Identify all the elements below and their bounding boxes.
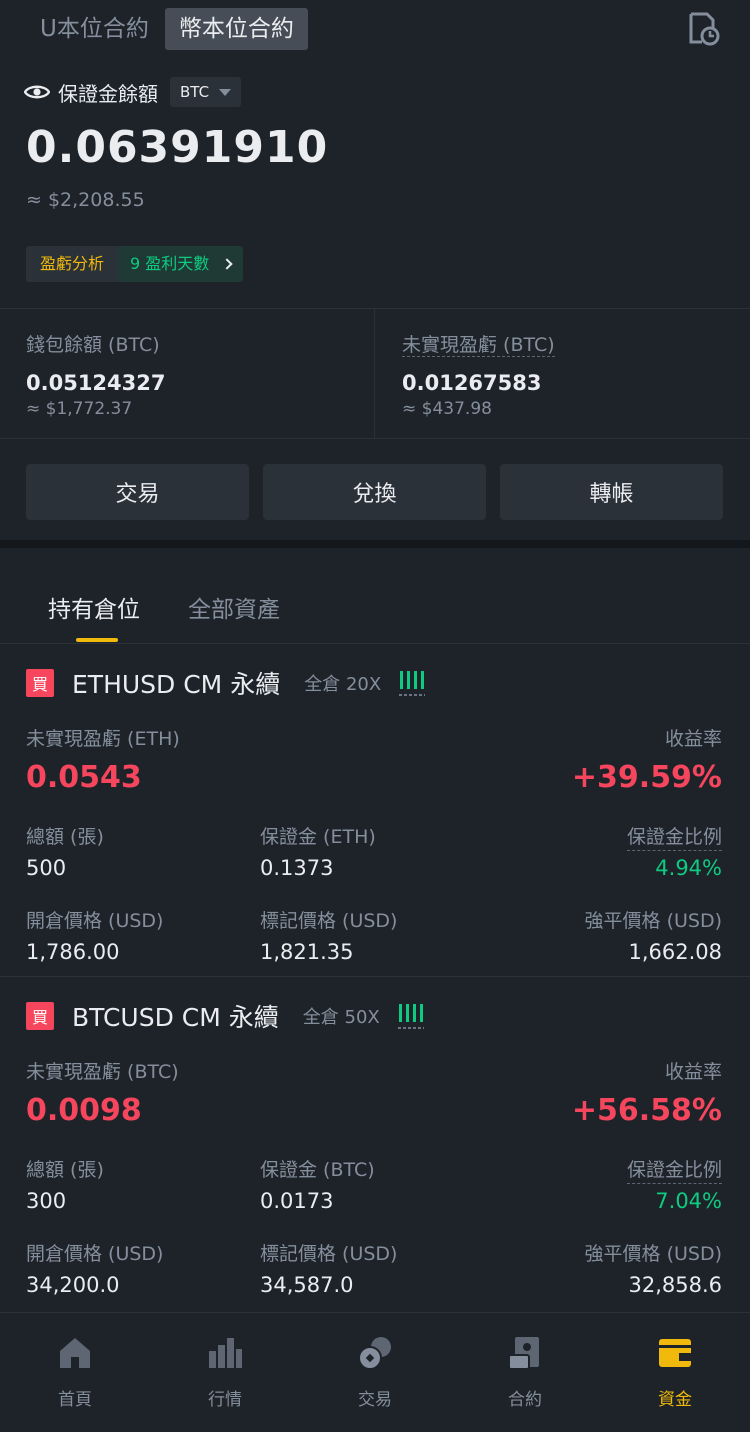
pnl-analysis-label[interactable]: 盈虧分析	[26, 246, 119, 282]
nav-home[interactable]: 首頁	[25, 1335, 125, 1410]
caret-down-icon	[219, 88, 232, 96]
liq-price-value: 32,858.6	[628, 1273, 722, 1297]
profit-days-label: 9 盈利天數	[130, 254, 210, 273]
bottom-navigation: 首頁 行情 交易 合約 資金	[0, 1312, 750, 1432]
position-header: 買 BTCUSD CM 永續 全倉 50X	[26, 999, 424, 1033]
position-header: 買 ETHUSD CM 永續 全倉 20X	[26, 665, 426, 701]
mark-price-label: 標記價格 (USD)	[260, 1243, 398, 1265]
nav-futures-label: 合約	[508, 1390, 542, 1410]
roe-label: 收益率	[664, 1061, 722, 1083]
liq-price-value: 1,662.08	[628, 940, 722, 964]
wallet-icon	[659, 1339, 691, 1367]
margin-ratio-label[interactable]: 保證金比例	[626, 1155, 722, 1184]
nav-home-label: 首頁	[58, 1390, 92, 1410]
size-label: 總額 (張)	[26, 826, 104, 848]
unrealized-pnl-label: 未實現盈虧 (BTC)	[26, 1061, 179, 1083]
mark-price-value: 34,587.0	[260, 1273, 354, 1297]
liq-price-label: 強平價格 (USD)	[584, 1243, 722, 1265]
liq-price-label: 強平價格 (USD)	[584, 910, 722, 932]
entry-price-value: 34,200.0	[26, 1273, 120, 1297]
divider	[0, 643, 750, 644]
unrealized-pnl-usd: ≈ $437.98	[402, 399, 492, 419]
trade-icon	[358, 1337, 391, 1370]
eye-icon[interactable]	[24, 83, 50, 101]
roe-value: +56.58%	[571, 1093, 722, 1128]
unrealized-pnl-label: 未實現盈虧 (ETH)	[26, 728, 180, 750]
margin-balance-label: 保證金餘額	[58, 81, 158, 106]
nav-markets-label: 行情	[208, 1390, 242, 1410]
adl-indicator-icon[interactable]	[397, 1002, 424, 1030]
position-card-btcusd[interactable]: 買 BTCUSD CM 永續 全倉 50X 未實現盈虧 (BTC) 收益率 0.…	[0, 999, 750, 1299]
position-symbol[interactable]: BTCUSD CM 永續	[72, 998, 279, 1034]
convert-button[interactable]: 兌換	[263, 464, 486, 520]
size-value: 500	[26, 856, 67, 880]
nav-wallet[interactable]: 資金	[625, 1335, 725, 1410]
adl-indicator-icon[interactable]	[399, 669, 426, 697]
roe-value: +39.59%	[571, 760, 722, 795]
margin-ratio-value: 4.94%	[655, 856, 722, 880]
margin-mode: 全倉 20X	[304, 674, 382, 695]
margin-value: 0.1373	[260, 856, 334, 880]
side-badge: 買	[26, 669, 54, 697]
tab-all-assets[interactable]: 全部資產	[188, 590, 280, 624]
margin-value: 0.0173	[260, 1189, 334, 1213]
nav-markets[interactable]: 行情	[175, 1335, 275, 1410]
position-symbol[interactable]: ETHUSD CM 永續	[72, 665, 280, 701]
futures-wallet-screen: U本位合約 幣本位合約 保證金餘額 BTC 0.06391910 ≈ $2,20…	[0, 0, 750, 1432]
tab-usdm-futures[interactable]: U本位合約	[26, 8, 163, 50]
divider	[0, 976, 750, 977]
entry-price-label: 開倉價格 (USD)	[26, 910, 164, 932]
mark-price-label: 標記價格 (USD)	[260, 910, 398, 932]
unrealized-pnl-value: 0.0543	[26, 760, 142, 795]
asset-select-value: BTC	[180, 83, 210, 101]
divider	[374, 308, 375, 438]
nav-wallet-label: 資金	[658, 1390, 692, 1410]
margin-label: 保證金 (ETH)	[260, 826, 376, 848]
mark-price-value: 1,821.35	[260, 940, 354, 964]
contract-type-tabs: U本位合約 幣本位合約	[26, 8, 308, 50]
unrealized-pnl-value: 0.01267583	[402, 371, 542, 395]
transfer-button[interactable]: 轉帳	[500, 464, 723, 520]
home-icon	[60, 1338, 90, 1368]
markets-icon	[209, 1338, 242, 1368]
chevron-right-icon	[221, 258, 233, 270]
nav-futures[interactable]: 合約	[475, 1335, 575, 1410]
roe-label: 收益率	[664, 728, 722, 750]
position-card-ethusd[interactable]: 買 ETHUSD CM 永續 全倉 20X 未實現盈虧 (ETH) 收益率 0.…	[0, 666, 750, 966]
size-label: 總額 (張)	[26, 1159, 104, 1181]
entry-price-value: 1,786.00	[26, 940, 120, 964]
profit-days-link[interactable]: 9 盈利天數	[118, 246, 244, 282]
wallet-balance-label: 錢包餘額 (BTC)	[26, 334, 160, 356]
size-value: 300	[26, 1189, 67, 1213]
wallet-balance-usd: ≈ $1,772.37	[26, 399, 133, 419]
nav-trade-label: 交易	[358, 1390, 392, 1410]
entry-price-label: 開倉價格 (USD)	[26, 1243, 164, 1265]
pnl-analysis-bar[interactable]: 盈虧分析 9 盈利天數	[26, 246, 244, 282]
tab-coinm-futures[interactable]: 幣本位合約	[164, 8, 308, 50]
margin-balance-value: 0.06391910	[26, 122, 329, 173]
margin-ratio-value: 7.04%	[655, 1189, 722, 1213]
asset-select[interactable]: BTC	[170, 77, 242, 107]
futures-icon	[508, 1337, 539, 1370]
margin-balance-header: 保證金餘額 BTC	[24, 76, 242, 108]
history-icon[interactable]	[688, 12, 720, 46]
unrealized-pnl-value: 0.0098	[26, 1093, 142, 1128]
side-badge: 買	[26, 1002, 54, 1030]
wallet-balance-value: 0.05124327	[26, 371, 166, 395]
divider	[0, 308, 750, 309]
active-tab-indicator	[76, 638, 118, 642]
wallet-balance-block: 錢包餘額 (BTC) 0.05124327 ≈ $1,772.37	[26, 330, 165, 419]
unrealized-pnl-block: 未實現盈虧 (BTC) 0.01267583 ≈ $437.98	[402, 330, 555, 419]
margin-ratio-label[interactable]: 保證金比例	[626, 822, 722, 851]
margin-balance-usd: ≈ $2,208.55	[26, 189, 145, 211]
margin-label: 保證金 (BTC)	[260, 1159, 375, 1181]
tab-positions[interactable]: 持有倉位	[48, 590, 140, 624]
section-divider	[0, 540, 750, 548]
divider	[0, 438, 750, 439]
nav-trade[interactable]: 交易	[325, 1335, 425, 1410]
unrealized-pnl-label[interactable]: 未實現盈虧 (BTC)	[402, 334, 555, 357]
trade-button[interactable]: 交易	[26, 464, 249, 520]
margin-mode: 全倉 50X	[302, 1007, 380, 1028]
